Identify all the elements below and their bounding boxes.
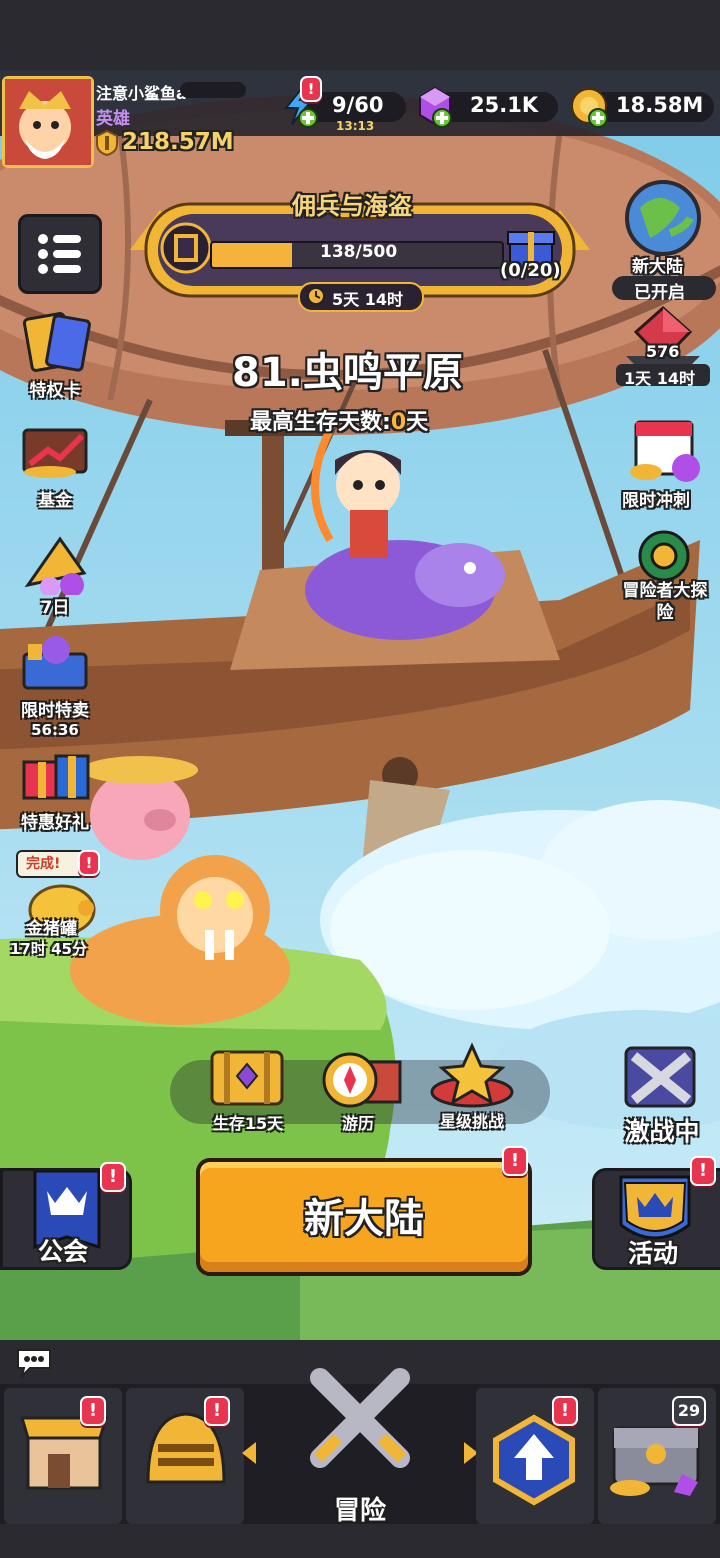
fund-label: 基金 [38,491,72,511]
activity-label: 活动 [628,1239,679,1268]
event-progress-text: 138/500 [320,242,398,262]
gift-box-icon [22,754,90,800]
crystal-timer: 1天 14时 [624,369,695,388]
party-popper-icon [24,536,87,597]
survival-gate-icon [210,1050,284,1106]
special-gift-label: 特惠好礼 [21,813,89,833]
energy-alert-badge: ! [300,76,322,102]
event-book-icon [160,222,212,274]
limited-sale-button[interactable]: 限时特卖 56:36 [10,632,100,739]
coins-value: 18.58M [616,93,704,117]
coins-add-icon[interactable] [588,108,608,128]
main-alert-badge: ! [502,1146,528,1176]
seven-day-button[interactable]: 7日 [10,525,100,618]
seven-day-label: 7日 [40,598,70,618]
chest-count-badge: 29 [672,1396,706,1426]
crossed-swords-icon [624,1046,696,1108]
battle-button[interactable]: 激战中 [612,1044,712,1146]
guild-label: 公会 [38,1237,89,1266]
event-progress-fill [212,243,293,267]
clock-icon [306,286,326,306]
star-challenge-label: 星级挑战 [439,1112,504,1131]
power-icon [96,129,118,157]
limited-sale-timer: 56:36 [31,721,79,739]
gems-value: 25.1K [470,93,539,117]
gems-add-icon[interactable] [432,108,452,128]
star-challenge-button[interactable]: 星级挑战 [424,1040,520,1136]
travel-mode-label: 游历 [341,1114,374,1133]
survival-mode-button[interactable]: 生存15天 [200,1046,296,1136]
stage-title: 81.虫鸣平原 [232,350,463,396]
battle-label: 激战中 [624,1117,700,1146]
privilege-card-button[interactable]: 特权卡 [10,310,100,401]
avatar[interactable] [2,76,94,168]
privilege-card-icon [22,312,91,372]
best-days-unit: 天 [406,410,429,435]
adventurer-explore-label: 冒险者大探险 [622,581,708,623]
adventure-swords-icon [310,1368,410,1468]
special-gift-button[interactable]: 特惠好礼 [10,742,100,833]
star-trophy-icon [430,1042,514,1108]
upgrade-alert-badge: ! [552,1396,578,1426]
main-button-label: 新大陆 [304,1196,424,1242]
new-continent-status: 已开启 [634,283,685,303]
limited-sale-label: 限时特卖 [21,701,89,721]
best-days-label: 最高生存天数: [250,410,391,435]
player-title: 英雄 [96,109,130,129]
hero-alert-badge: ! [204,1396,230,1426]
activity-alert-badge: ! [690,1156,716,1186]
travel-mode-button[interactable]: 游历 [310,1046,406,1136]
shop-alert-badge: ! [80,1396,106,1426]
privilege-card-label: 特权卡 [29,381,81,401]
new-continent-label: 新大陆 [632,257,683,277]
limited-sprint-label: 限时冲刺 [622,491,690,511]
compass-wreath-icon [638,530,690,582]
crystal-count: 576 [646,342,680,361]
nav-adventure[interactable]: 冒险 [250,1364,470,1526]
name-bar [180,82,246,98]
nav-adventure-label: 冒险 [333,1496,386,1526]
piggy-status: 完成! [26,856,61,872]
chat-bubble-icon[interactable] [14,1346,54,1380]
event-timer: 5天 14时 [332,290,403,309]
player-name: 注意小鲨鱼a [96,84,187,103]
energy-value: 9/60 [332,93,384,117]
menu-button[interactable] [18,214,102,294]
sale-basket-icon [22,636,88,690]
energy-timer: 13:13 [336,119,375,133]
survival-mode-label: 生存15天 [212,1114,284,1133]
avatar-portrait-icon [5,79,91,165]
best-days: 最高生存天数:0天 [250,404,428,436]
player-power: 218.57M [122,129,234,155]
piggy-label: 金猪罐 [26,919,77,939]
energy-add-icon[interactable] [298,108,318,128]
piggy-alert-badge: ! [78,850,100,876]
guild-alert-badge: ! [100,1162,126,1192]
event-title: 佣兵与海盗 [292,192,412,220]
globe-icon [625,180,701,256]
travel-compass-icon [322,1052,402,1108]
event-reward-count: (0/20) [500,260,561,281]
system-status-bar [0,0,720,70]
best-days-value: 0 [390,410,407,435]
piggy-timer: 17时 45分 [10,940,87,958]
fund-button[interactable]: 基金 [10,420,100,511]
menu-list-icon [38,234,81,274]
new-continent-main-button[interactable]: 新大陆 [196,1158,532,1276]
calendar-icon [630,420,700,482]
fund-chart-icon [22,428,88,478]
